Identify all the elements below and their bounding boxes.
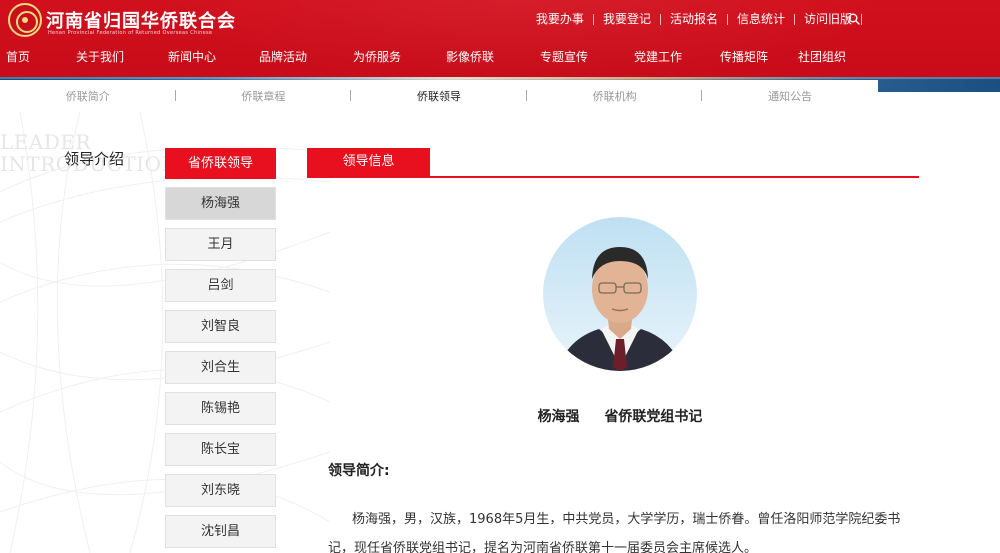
nav-services[interactable]: 为侨服务 [346,48,408,66]
tab-leader-info[interactable]: 领导信息 [307,148,430,176]
sub-nav-organization[interactable]: 侨联机构 [527,88,703,104]
top-links: 我要办事 我要登记 活动报名 信息统计 访问旧版 [527,11,862,27]
leader-caption: 杨海强 省侨联党组书记 [307,406,933,426]
nav-party-building[interactable]: 党建工作 [596,48,720,66]
sidebar-item-leader[interactable]: 杨海强 [165,187,276,220]
sub-nav-charter[interactable]: 侨联章程 [176,88,352,104]
main-nav: 首页 关于我们 新闻中心 品牌活动 为侨服务 影像侨联 专题宣传 党建工作 传播… [0,48,880,66]
logo-name-en: Henan Provincial Federation of Returned … [48,30,213,36]
sub-nav-leaders[interactable]: 侨联领导 [351,88,527,104]
nav-about[interactable]: 关于我们 [36,48,164,66]
site-header: 河南省归国华侨联合会 Henan Provincial Federation o… [0,0,1000,92]
top-link-register[interactable]: 我要登记 [594,11,660,27]
sidebar-item-leader[interactable]: 吕剑 [165,269,276,302]
sidebar-item-leader[interactable]: 沈钊昌 [165,515,276,548]
leader-name: 杨海强 [537,409,580,425]
sub-nav: 侨联简介 侨联章程 侨联领导 侨联机构 通知公告 [0,80,878,111]
nav-news[interactable]: 新闻中心 [164,48,220,66]
top-link-service[interactable]: 我要办事 [527,11,593,27]
nav-gallery[interactable]: 影像侨联 [408,48,532,66]
divider [307,176,919,178]
nav-topics[interactable]: 专题宣传 [532,48,596,66]
sidebar-item-leader[interactable]: 刘合生 [165,351,276,384]
top-link-events[interactable]: 活动报名 [661,11,727,27]
nav-media-matrix[interactable]: 传播矩阵 [720,48,768,66]
top-link-statistics[interactable]: 信息统计 [728,11,794,27]
nav-home[interactable]: 首页 [0,48,36,66]
nav-associations[interactable]: 社团组织 [764,48,880,66]
leader-portrait [543,217,697,371]
sidebar-item-leader[interactable]: 王月 [165,228,276,261]
sub-nav-intro[interactable]: 侨联简介 [0,88,176,104]
leader-position: 省侨联党组书记 [604,409,703,425]
intro-heading: 领导简介: [328,463,390,479]
site-logo[interactable]: 河南省归国华侨联合会 Henan Provincial Federation o… [8,3,235,37]
sidebar-item-leader[interactable]: 陈长宝 [165,433,276,466]
nav-brand-activities[interactable]: 品牌活动 [220,48,346,66]
leader-list: 杨海强 王月 吕剑 刘智良 刘合生 陈锡艳 陈长宝 刘东晓 沈钊昌 [165,187,276,553]
sub-nav-notices[interactable]: 通知公告 [702,88,878,104]
sidebar-item-leader[interactable]: 刘东晓 [165,474,276,507]
sidebar-item-leader[interactable]: 陈锡艳 [165,392,276,425]
search-icon[interactable] [848,13,860,25]
sidebar-title: 省侨联领导 [165,148,276,179]
divider [861,13,862,25]
section-title: 领导介绍 [64,150,125,168]
sidebar-item-leader[interactable]: 刘智良 [165,310,276,343]
intro-text: 杨海强，男，汉族，1968年5月生，中共党员，大学学历，瑞士侨眷。曾任洛阳师范学… [328,512,901,553]
emblem-icon [8,3,42,37]
